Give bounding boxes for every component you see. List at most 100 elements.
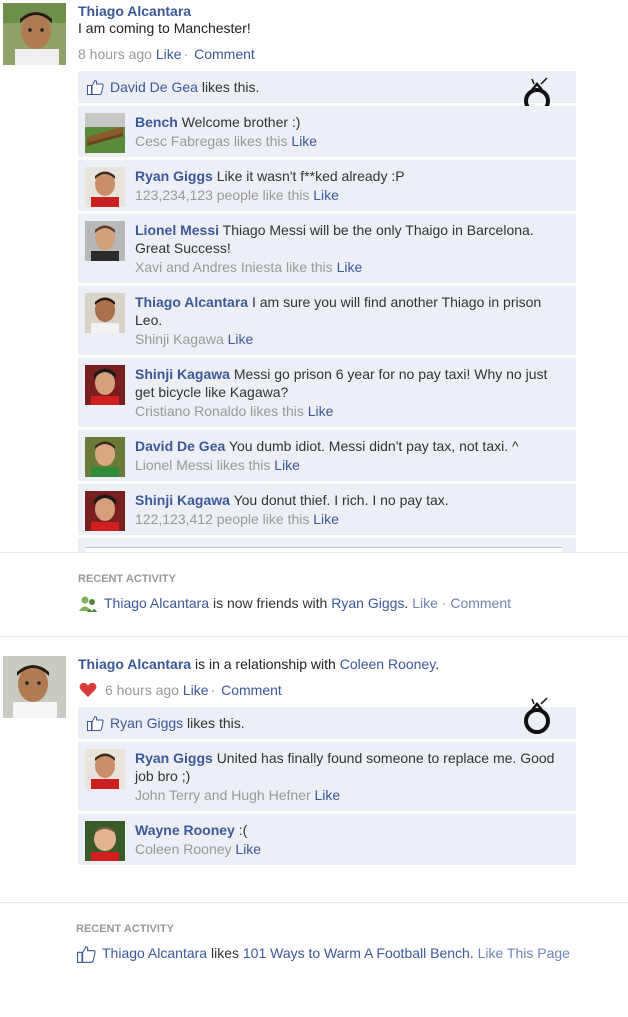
comment-row: Bench Welcome brother :) Cesc Fabregas li… [78,106,576,157]
activity-object[interactable]: Ryan Giggs [331,595,404,611]
activity-like-link[interactable]: Like [412,595,438,611]
comment-row: Shinji Kagawa Messi go prison 6 year for… [78,358,576,427]
comment-likers[interactable]: 122,123,412 people like this [135,511,309,527]
comment-text-line: Bench Welcome brother :) [135,113,568,131]
commenter-avatar[interactable] [85,821,125,861]
comment-like-link[interactable]: Like [313,511,339,527]
commenter-name[interactable]: David De Gea [135,438,225,454]
divider [0,902,628,903]
likes-bar: David De Gea likes this. [78,71,576,114]
commenter-name[interactable]: Thiago Alcantara [135,294,248,310]
comment-text-line: Wayne Rooney :( [135,821,568,839]
commenter-name[interactable]: Ryan Giggs [135,168,213,184]
commenter-avatar[interactable] [85,437,125,477]
like-page-link[interactable]: Like This Page [478,945,570,961]
relationship-partner[interactable]: Coleen Rooney [340,656,435,672]
post-author[interactable]: Thiago Alcantara [78,656,191,672]
commenter-name[interactable]: Ryan Giggs [135,750,213,766]
activity-verb: is now friends with [212,595,328,611]
thumbs-up-icon [77,946,96,963]
commenter-avatar[interactable] [85,221,125,261]
post-like-link[interactable]: Like [183,682,209,698]
comment-row: Ryan Giggs Like it wasn't f**ked already… [78,160,576,211]
comment-likers[interactable]: Shinji Kagawa [135,331,224,347]
activity-subject[interactable]: Thiago Alcantara [102,945,207,961]
comment-row: Wayne Rooney :(Coleen Rooney Like [78,814,576,865]
comment-like-link[interactable]: Like [313,187,339,203]
comment-like-link[interactable]: Like [337,259,363,275]
comment-like-link[interactable]: Like [315,787,341,803]
comment-row: Lionel Messi Thiago Messi will be the on… [78,214,576,283]
comment-text-line: Shinji Kagawa You donut thief. I rich. I… [135,491,568,509]
post-comment-link[interactable]: Comment [221,682,282,698]
activity-verb: likes [210,945,239,961]
thumbs-up-icon [87,715,104,731]
commenter-avatar[interactable] [85,365,125,405]
comment-row: Ryan Giggs United has finally found some… [78,742,576,811]
likes-suffix: likes this. [201,79,260,95]
comment-likers[interactable]: Coleen Rooney [135,841,232,857]
comment-input[interactable] [78,538,576,552]
post-meta: 6 hours ago Like · Comment [78,681,576,699]
post-timestamp[interactable]: 8 hours ago [78,46,152,62]
comment-likers[interactable]: Lionel Messi likes this [135,457,270,473]
comment-likes-line: 122,123,412 people like this Like [135,510,568,528]
post-comment-link[interactable]: Comment [194,46,255,62]
commenter-name[interactable]: Shinji Kagawa [135,492,230,508]
comment-likes-line: Lionel Messi likes this Like [135,456,568,474]
comment-like-link[interactable]: Like [228,331,254,347]
comment-row: David De Gea You dumb idiot. Messi didn'… [78,430,576,481]
comment-likers[interactable]: Cesc Fabregas likes this [135,133,288,149]
liker-name[interactable]: David De Gea [110,79,198,95]
commenter-avatar[interactable] [85,167,125,207]
comment-like-link[interactable]: Like [274,457,300,473]
commenter-avatar[interactable] [85,113,125,153]
comment-like-link[interactable]: Like [308,403,334,419]
commenter-name[interactable]: Shinji Kagawa [135,366,230,382]
comment-text-line: Thiago Alcantara I am sure you will find… [135,293,568,329]
post-timestamp[interactable]: 6 hours ago [105,682,179,698]
commenter-avatar[interactable] [85,491,125,531]
comment-likes-line: 123,234,123 people like this Like [135,186,568,204]
comment-likes-line: Coleen Rooney Like [135,840,568,858]
post-status-text: I am coming to Manchester! [78,20,251,36]
comment-text: Welcome brother :) [181,114,301,130]
comment-likers[interactable]: 123,234,123 people like this [135,187,309,203]
comment-likes-line: Shinji Kagawa Like [135,330,568,348]
activity-object[interactable]: 101 Ways to Warm A Football Bench [243,945,470,961]
commenter-name[interactable]: Lionel Messi [135,222,219,238]
status-tail: . [435,656,440,672]
comment-text: You donut thief. I rich. I no pay tax. [233,492,449,508]
recent-activity-2: RECENT ACTIVITY Thiago Alcantara likes 1… [76,923,616,963]
comment-like-link[interactable]: Like [291,133,317,149]
liker-name[interactable]: Ryan Giggs [110,715,183,731]
comment-likers[interactable]: Xavi and Andres Iniesta like this [135,259,333,275]
divider [0,552,628,553]
comment-text-line: David De Gea You dumb idiot. Messi didn'… [135,437,568,455]
activity-tail: . [404,595,409,611]
comment-row: Thiago Alcantara I am sure you will find… [78,286,576,355]
post-meta: 8 hours ago Like · Comment [78,46,255,62]
author-avatar[interactable] [3,656,66,718]
author-avatar[interactable] [3,3,66,65]
commenter-name[interactable]: Wayne Rooney [135,822,235,838]
heart-icon [79,682,97,697]
comment-likers[interactable]: Cristiano Ronaldo likes this [135,403,304,419]
commenter-avatar[interactable] [85,293,125,333]
recent-activity-title: RECENT ACTIVITY [78,573,176,585]
post-author[interactable]: Thiago Alcantara [78,3,576,20]
activity-comment-link[interactable]: Comment [450,595,511,611]
post-like-link[interactable]: Like [156,46,182,62]
comment-text-line: Ryan Giggs United has finally found some… [135,749,568,785]
activity-subject[interactable]: Thiago Alcantara [104,595,209,611]
comment-row: Shinji Kagawa You donut thief. I rich. I… [78,484,576,535]
commenter-name[interactable]: Bench [135,114,178,130]
recent-activity-title: RECENT ACTIVITY [76,923,174,935]
commenter-avatar[interactable] [85,749,125,789]
likes-suffix: likes this. [187,715,245,731]
recent-activity-1: RECENT ACTIVITY Thiago Alcantara is now … [78,573,618,612]
comment-text: :( [238,822,248,838]
activity-line: Thiago Alcantara is now friends with Rya… [78,594,618,612]
comment-like-link[interactable]: Like [235,841,261,857]
comment-likers[interactable]: John Terry and Hugh Hefner [135,787,311,803]
